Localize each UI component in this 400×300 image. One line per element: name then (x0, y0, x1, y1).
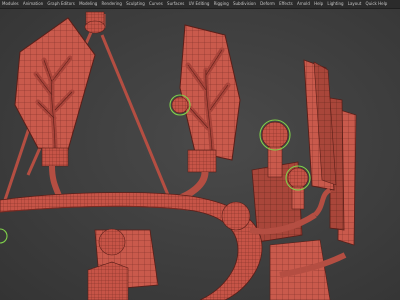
3d-viewport[interactable] (0, 9, 400, 300)
menu-item-layout[interactable]: Layout (348, 0, 366, 8)
chandelier-model (0, 11, 357, 300)
candle-plate-left (14, 17, 96, 206)
menu-item-effects[interactable]: Effects (279, 0, 297, 8)
menu-item-rendering[interactable]: Rendering (101, 0, 126, 8)
menu-item-lighting[interactable]: Lighting (327, 0, 347, 8)
menu-item-modeling[interactable]: Modeling (79, 0, 101, 8)
menu-item-curves[interactable]: Curves (149, 0, 167, 8)
menu-item-sculpting[interactable]: Sculpting (126, 0, 149, 8)
menubar: Modules Animation Graph Editors Modeling… (0, 0, 400, 9)
candle-column-center (173, 149, 217, 204)
candle-plate-center (179, 24, 241, 161)
menu-item-uv-editing[interactable]: UV Editing (189, 0, 214, 8)
menu-item-subdivision[interactable]: Subdivision (233, 0, 260, 8)
menu-item-graph-editors[interactable]: Graph Editors (47, 0, 79, 8)
menu-item-help[interactable]: Help (314, 0, 327, 8)
menu-item-surfaces[interactable]: Surfaces (167, 0, 189, 8)
menu-item-quick-help[interactable]: Quick Help (366, 0, 392, 8)
menu-item-arnold[interactable]: Arnold (297, 0, 314, 8)
chain-hook (84, 11, 106, 34)
menu-item-rigging[interactable]: Rigging (214, 0, 233, 8)
candle-plate-right (303, 59, 337, 191)
menu-item-modules[interactable]: Modules (2, 0, 23, 8)
menu-item-animation[interactable]: Animation (23, 0, 48, 8)
menu-item-deform[interactable]: Deform (260, 0, 279, 8)
